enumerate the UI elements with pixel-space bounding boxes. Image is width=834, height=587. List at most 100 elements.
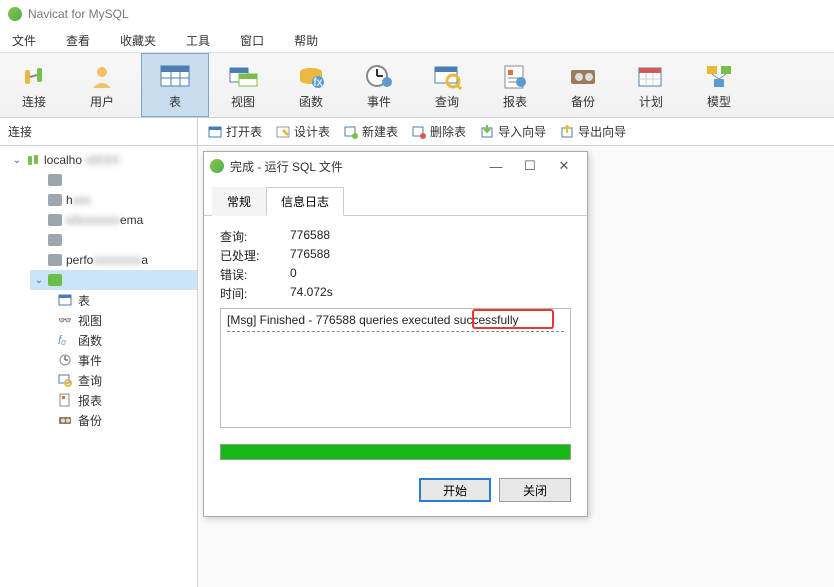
menubar: 文件 查看 收藏夹 工具 窗口 帮助: [0, 28, 834, 52]
toolbar-report-label: 报表: [503, 93, 527, 110]
subbar-export-wizard[interactable]: 导出向导: [560, 123, 626, 140]
toolbar-event-label: 事件: [367, 93, 391, 110]
log-textarea[interactable]: [Msg] Finished - 776588 queries executed…: [220, 308, 571, 428]
stat-errors-label: 错误:: [220, 266, 290, 283]
tree-db-5[interactable]: perfoxxxxxxxxa: [30, 250, 197, 270]
toolbar-view[interactable]: 视图: [209, 53, 277, 117]
stat-errors-value: 0: [290, 266, 571, 283]
toolbar-connect[interactable]: 连接: [0, 53, 68, 117]
tree-tables[interactable]: 表: [58, 290, 197, 310]
toolbar-user-label: 用户: [90, 93, 114, 110]
tree-events[interactable]: 事件: [58, 350, 197, 370]
database-icon: [48, 234, 62, 246]
database-icon: [48, 274, 62, 286]
menu-view[interactable]: 查看: [60, 30, 96, 51]
tree-root-label: localho: [44, 153, 82, 167]
tree-queries[interactable]: 查询: [58, 370, 197, 390]
subbar-import-wizard[interactable]: 导入向导: [480, 123, 546, 140]
stat-queries-value: 776588: [290, 228, 571, 245]
toolbar-connect-label: 连接: [22, 93, 46, 110]
dialog-title: 完成 - 运行 SQL 文件: [230, 158, 343, 175]
new-table-icon: [344, 125, 358, 139]
database-icon: [48, 174, 62, 186]
stats-grid: 查询:776588 已处理:776588 错误:0 时间:74.072s: [220, 228, 571, 302]
tree-db-3[interactable]: ixfxxxxxxxema: [30, 210, 197, 230]
start-button[interactable]: 开始: [419, 478, 491, 502]
toolbar-schedule[interactable]: 计划: [617, 53, 685, 117]
tree-backups[interactable]: 备份: [58, 410, 197, 430]
export-icon: [560, 125, 574, 139]
sub-toolbar: 连接 打开表 设计表 新建表 删除表 导入向导 导出向导: [0, 118, 834, 146]
stat-queries-label: 查询:: [220, 228, 290, 245]
menu-file[interactable]: 文件: [6, 30, 42, 51]
query-icon: [431, 61, 463, 91]
toolbar-backup-label: 备份: [571, 93, 595, 110]
toolbar-backup[interactable]: 备份: [549, 53, 617, 117]
app-logo-icon: [210, 159, 224, 173]
toolbar-report[interactable]: 报表: [481, 53, 549, 117]
tree-db-active[interactable]: ⌄: [30, 270, 197, 290]
run-sql-dialog: 完成 - 运行 SQL 文件 — ☐ ✕ 常规 信息日志 查询:776588 已…: [203, 151, 588, 517]
toolbar-query[interactable]: 查询: [413, 53, 481, 117]
collapse-icon[interactable]: ⌄: [34, 275, 44, 286]
toolbar-table[interactable]: 表: [141, 53, 209, 117]
tree-views[interactable]: 👓视图: [58, 310, 197, 330]
connection-icon: [26, 153, 40, 167]
close-button[interactable]: ✕: [547, 158, 581, 174]
main-toolbar: 连接 用户 表 视图 fx 函数 事件 查询 报表: [0, 52, 834, 118]
schedule-icon: [635, 61, 667, 91]
backup-icon: [58, 413, 72, 427]
menu-help[interactable]: 帮助: [288, 30, 324, 51]
toolbar-user[interactable]: 用户: [68, 53, 136, 117]
tab-message-log[interactable]: 信息日志: [266, 187, 344, 216]
subbar-design-table[interactable]: 设计表: [276, 123, 330, 140]
maximize-button[interactable]: ☐: [513, 158, 547, 174]
function-icon: fₒ: [58, 333, 72, 347]
tree-db-4[interactable]: [30, 230, 197, 250]
design-table-icon: [276, 125, 290, 139]
subbar-new-table[interactable]: 新建表: [344, 123, 398, 140]
toolbar-function-label: 函数: [299, 93, 323, 110]
content-area: 完成 - 运行 SQL 文件 — ☐ ✕ 常规 信息日志 查询:776588 已…: [198, 146, 834, 587]
toolbar-function[interactable]: fx 函数: [277, 53, 345, 117]
collapse-icon[interactable]: ⌄: [12, 155, 22, 166]
database-icon: [48, 214, 62, 226]
toolbar-model-label: 模型: [707, 93, 731, 110]
model-icon: [703, 61, 735, 91]
log-message: [Msg] Finished - 776588 queries executed…: [227, 313, 519, 327]
dialog-titlebar[interactable]: 完成 - 运行 SQL 文件 — ☐ ✕: [204, 152, 587, 180]
connection-tree: ⌄ localhostXXX hxxx ixfxxxxxxxema perfox…: [0, 146, 198, 587]
subbar-delete-table[interactable]: 删除表: [412, 123, 466, 140]
tab-general[interactable]: 常规: [212, 187, 266, 216]
toolbar-event[interactable]: 事件: [345, 53, 413, 117]
minimize-button[interactable]: —: [479, 159, 513, 174]
stat-processed-label: 已处理:: [220, 247, 290, 264]
progress-bar: [220, 444, 571, 460]
tree-functions[interactable]: fₒ函数: [58, 330, 197, 350]
event-icon: [58, 353, 72, 367]
tree-root[interactable]: ⌄ localhostXXX: [8, 150, 197, 170]
toolbar-model[interactable]: 模型: [685, 53, 753, 117]
subbar-open-table[interactable]: 打开表: [208, 123, 262, 140]
menu-tools[interactable]: 工具: [180, 30, 216, 51]
tree-reports[interactable]: 报表: [58, 390, 197, 410]
close-dialog-button[interactable]: 关闭: [499, 478, 571, 502]
tree-db-1[interactable]: [30, 170, 197, 190]
event-icon: [363, 61, 395, 91]
menu-window[interactable]: 窗口: [234, 30, 270, 51]
stat-processed-value: 776588: [290, 247, 571, 264]
toolbar-table-label: 表: [169, 93, 181, 110]
open-table-icon: [208, 125, 222, 139]
toolbar-view-label: 视图: [231, 93, 255, 110]
tree-db-2[interactable]: hxxx: [30, 190, 197, 210]
menu-favorites[interactable]: 收藏夹: [114, 30, 162, 51]
connections-header: 连接: [0, 118, 198, 145]
svg-text:fx: fx: [313, 75, 322, 89]
view-icon: [227, 61, 259, 91]
report-icon: [499, 61, 531, 91]
toolbar-query-label: 查询: [435, 93, 459, 110]
app-titlebar: Navicat for MySQL: [0, 0, 834, 28]
app-title: Navicat for MySQL: [28, 7, 129, 21]
query-icon: [58, 373, 72, 387]
backup-icon: [567, 61, 599, 91]
